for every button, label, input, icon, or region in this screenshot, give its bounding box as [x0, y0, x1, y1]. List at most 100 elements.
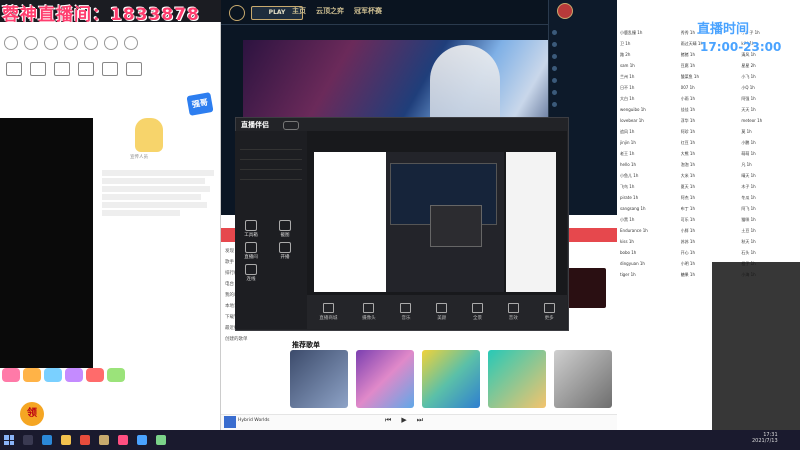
- left-top-icon-row: [4, 36, 138, 50]
- browser-icon[interactable]: [42, 435, 52, 445]
- friend-row[interactable]: [552, 30, 610, 37]
- home-icon[interactable]: [4, 36, 18, 50]
- viewer-entry: 夏天 1h: [680, 184, 696, 189]
- gift-item-icon[interactable]: [86, 368, 104, 382]
- star-icon[interactable]: [84, 36, 98, 50]
- wechat-icon[interactable]: [156, 435, 166, 445]
- viewer-entry: 猫咪 1h: [741, 217, 756, 222]
- music-nav-item[interactable]: 创建的歌单: [225, 336, 285, 345]
- playlist-cover[interactable]: [488, 350, 546, 408]
- next-track-icon[interactable]: ⏭: [417, 416, 423, 425]
- playlist-cover[interactable]: [422, 350, 480, 408]
- start-menu-icon[interactable]: [4, 435, 14, 445]
- viewer-entry: jinjin 1h: [620, 140, 636, 145]
- viewer-entry: sam 1h: [620, 63, 635, 68]
- folder-icon[interactable]: [61, 435, 71, 445]
- friend-row[interactable]: [552, 54, 610, 61]
- sound-effect-button[interactable]: 音效: [507, 303, 519, 321]
- screenshot-button[interactable]: 截图: [272, 220, 298, 238]
- scene-item[interactable]: [240, 160, 302, 170]
- camera-button[interactable]: 摄像头: [362, 303, 376, 321]
- lol-profile-avatar[interactable]: [557, 3, 573, 19]
- viewer-entry: 莫 1h: [741, 129, 752, 134]
- lol-logo-icon[interactable]: [229, 5, 245, 21]
- gift-icon[interactable]: [44, 36, 58, 50]
- lol-nav-tft[interactable]: 云顶之弈: [316, 6, 344, 16]
- gift-bar: [0, 368, 222, 390]
- tool-screen-icon[interactable]: [30, 62, 46, 76]
- chat-icon[interactable]: [24, 36, 38, 50]
- viewer-entry: 苏苏 1h: [680, 239, 696, 244]
- gift-item-icon[interactable]: [2, 368, 20, 382]
- viewer-entry: 小鱼儿 1h: [620, 173, 639, 178]
- go-live-button[interactable]: 开播: [272, 242, 298, 260]
- lol-app-icon[interactable]: [99, 435, 109, 445]
- friend-row[interactable]: [552, 78, 610, 85]
- clock-date: 2021/7/13: [752, 438, 778, 444]
- viewer-entry: 秋天 1h: [741, 239, 756, 244]
- scene-item[interactable]: [240, 170, 302, 180]
- viewer-entry: 日不 1h: [620, 85, 635, 90]
- playlist-cover[interactable]: [554, 350, 612, 408]
- toolbox-button[interactable]: 工具箱: [238, 220, 264, 238]
- viewer-entry: 豆腐 1h: [680, 63, 696, 68]
- scene-item[interactable]: [240, 150, 302, 160]
- scene-item[interactable]: [240, 140, 302, 150]
- recommended-playlists-title: 推荐歌单: [292, 341, 320, 349]
- settings-icon[interactable]: [124, 36, 138, 50]
- viewer-entry: 小飞 1h: [741, 74, 756, 79]
- friend-row[interactable]: [552, 66, 610, 73]
- coin-reward-button[interactable]: 领: [20, 402, 44, 426]
- tool-mic-icon[interactable]: [102, 62, 118, 76]
- tool-more-icon[interactable]: [126, 62, 142, 76]
- gift-item-icon[interactable]: [44, 368, 62, 382]
- viewer-entry: 大熊 1h: [680, 151, 696, 156]
- tool-edit-icon[interactable]: [6, 62, 22, 76]
- tool-video-icon[interactable]: [78, 62, 94, 76]
- friend-row[interactable]: [552, 90, 610, 97]
- live-app-icon[interactable]: [118, 435, 128, 445]
- shop-button[interactable]: 直播商城: [319, 303, 337, 321]
- panorama-button[interactable]: 全景: [472, 303, 484, 321]
- windows-taskbar: [0, 430, 800, 450]
- gift-item-icon[interactable]: [65, 368, 83, 382]
- chat-app-icon[interactable]: [137, 435, 147, 445]
- viewer-entry: tiger 1h: [620, 272, 636, 277]
- lol-nav-clash[interactable]: 冠军杯赛: [354, 6, 382, 16]
- beauty-button[interactable]: 美颜: [436, 303, 448, 321]
- gift-item-icon[interactable]: [23, 368, 41, 382]
- viewer-entry: 兰州 1h: [620, 74, 635, 79]
- viewer-entry: 冬瓜 1h: [741, 195, 756, 200]
- lol-nav-home[interactable]: 主页: [292, 6, 306, 16]
- music-app-icon[interactable]: [80, 435, 90, 445]
- friend-row[interactable]: [552, 42, 610, 49]
- mascot-image: [135, 118, 163, 152]
- mascot-label: 宣传人员: [130, 155, 148, 160]
- more-button[interactable]: 更多: [543, 303, 555, 321]
- friend-row[interactable]: [552, 102, 610, 109]
- playlist-cover[interactable]: [290, 350, 348, 408]
- viewer-entry: 飞鸟 1h: [620, 184, 635, 189]
- tool-camera-icon[interactable]: [54, 62, 70, 76]
- music-button[interactable]: 音乐: [400, 303, 412, 321]
- viewer-entry: 老王 1h: [620, 151, 635, 156]
- connect-button[interactable]: 连线: [238, 264, 264, 282]
- bell-icon[interactable]: [104, 36, 118, 50]
- now-playing-thumbnail[interactable]: [224, 416, 236, 428]
- previous-track-icon[interactable]: ⏮: [385, 416, 391, 425]
- viewer-entry: 星星 2h: [741, 63, 756, 68]
- viewer-entry: 追风 1h: [620, 129, 635, 134]
- search-icon[interactable]: [23, 435, 33, 445]
- playlist-cover[interactable]: [356, 350, 414, 408]
- viewer-entry: bobo 1h: [620, 250, 637, 255]
- viewer-entry: 酸菜鱼 1h: [680, 74, 700, 79]
- gift-item-icon[interactable]: [107, 368, 125, 382]
- viewer-entry: 开心 1h: [680, 250, 696, 255]
- schedule-hours: 17:00-23:00: [700, 40, 782, 54]
- play-icon[interactable]: ▶: [401, 416, 406, 425]
- user-icon[interactable]: [64, 36, 78, 50]
- viewer-entry: 大白 1h: [620, 96, 635, 101]
- live-room-button[interactable]: 直播间: [238, 242, 264, 260]
- viewer-entry: 佳佳 1h: [680, 107, 696, 112]
- viewer-entry: 阿杰 1h: [680, 195, 696, 200]
